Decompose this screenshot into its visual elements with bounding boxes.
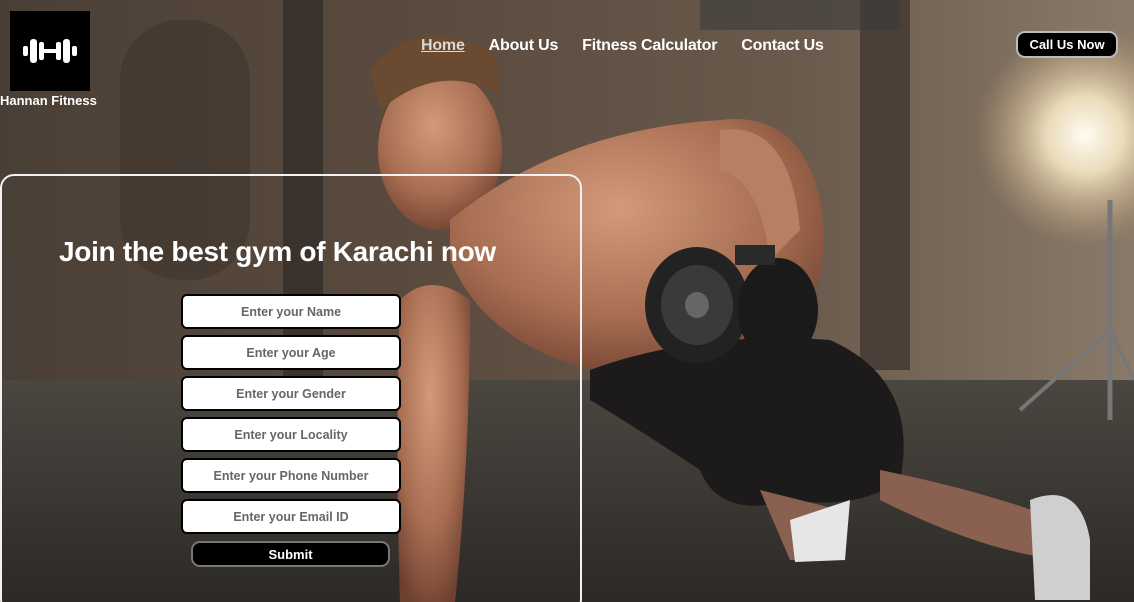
brand-name: Hannan Fitness bbox=[0, 93, 97, 108]
main-nav: Home About Us Fitness Calculator Contact… bbox=[421, 37, 824, 55]
nav-fitness-calculator-link[interactable]: Fitness Calculator bbox=[582, 37, 717, 55]
call-us-button[interactable]: Call Us Now bbox=[1016, 31, 1118, 58]
gender-input[interactable] bbox=[181, 376, 401, 411]
nav-contact-link[interactable]: Contact Us bbox=[741, 37, 824, 55]
locality-input[interactable] bbox=[181, 417, 401, 452]
submit-button[interactable]: Submit bbox=[191, 541, 390, 567]
age-input[interactable] bbox=[181, 335, 401, 370]
hero-headline: Join the best gym of Karachi now bbox=[59, 236, 496, 267]
name-input[interactable] bbox=[181, 294, 401, 329]
brand-logo[interactable] bbox=[10, 11, 90, 91]
phone-input[interactable] bbox=[181, 458, 401, 493]
dumbbell-icon bbox=[23, 39, 77, 63]
nav-home-link[interactable]: Home bbox=[421, 37, 465, 55]
email-input[interactable] bbox=[181, 499, 401, 534]
nav-about-link[interactable]: About Us bbox=[489, 37, 559, 55]
